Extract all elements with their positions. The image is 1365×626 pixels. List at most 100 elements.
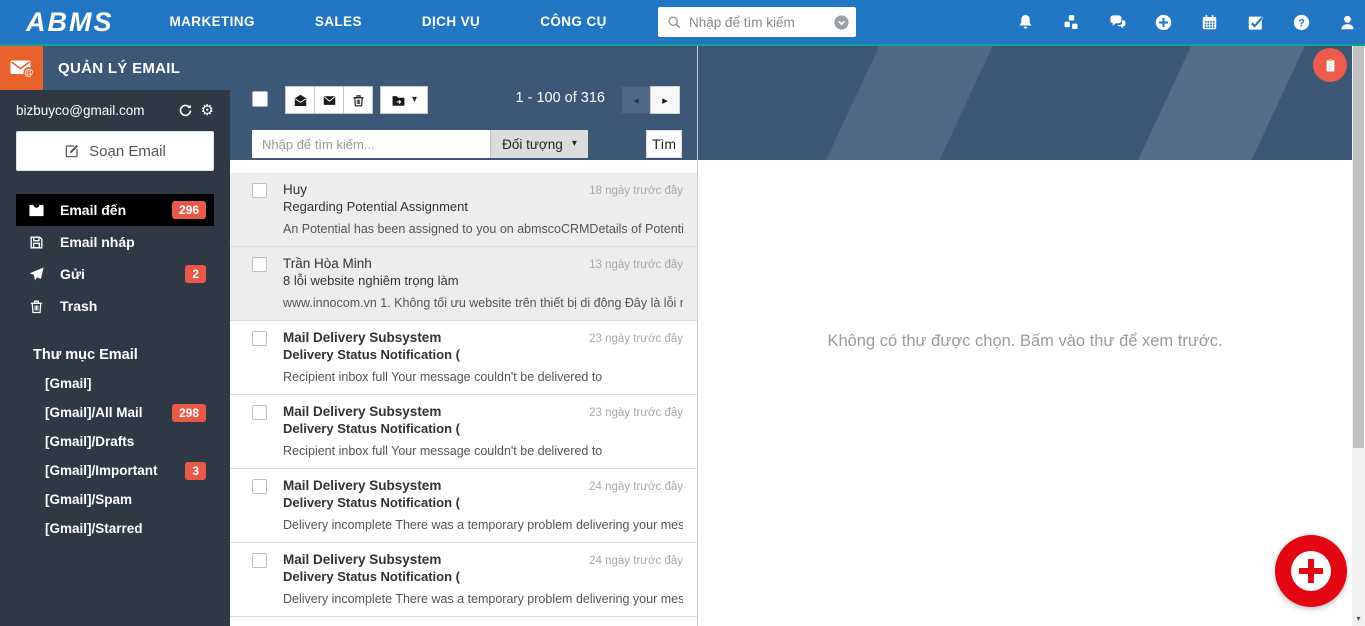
search-field-dropdown[interactable]: Đối tượng ▾ [490,130,588,158]
refresh-icon[interactable] [178,103,193,118]
global-search-input[interactable] [689,15,833,30]
email-list-item[interactable]: Mail Delivery Subsystem 24 ngày trước đâ… [230,469,697,543]
mark-unread-icon [322,93,337,108]
email-subject: Regarding Potential Assignment [283,198,683,215]
sidebar-item-label: Gửi [60,266,85,282]
move-folder-icon [391,93,406,108]
email-checkbox[interactable] [252,405,267,420]
email-list-item[interactable]: Trần Hòa Minh 13 ngày trước đây 8 lỗi we… [230,247,697,321]
sidebar-item-trash[interactable]: Trash [16,290,214,322]
module-header: @ QUẢN LÝ EMAIL [0,46,180,90]
accent-line [0,44,1365,46]
select-all-checkbox[interactable] [252,91,268,107]
search-icon [667,15,682,30]
nav-dich-vu[interactable]: DỊCH VỤ [392,0,510,44]
email-list-item[interactable]: Mail Delivery Subsystem 23 ngày trước đâ… [230,395,697,469]
chevron-down-icon: ▾ [412,95,417,105]
chat-icon[interactable] [1108,13,1127,32]
email-sender: Trần Hòa Minh [283,255,581,272]
email-list-item[interactable]: Mail Delivery Subsystem 23 ngày trước đâ… [230,321,697,395]
email-preview: Delivery incomplete There was a temporar… [283,592,683,607]
email-list-item[interactable]: Mail Delivery Subsystem 24 ngày trước đâ… [230,543,697,617]
scrollbar-down-arrow[interactable]: ▾ [1352,611,1365,626]
folder-item[interactable]: [Gmail]/All Mail 298 [45,398,206,427]
add-fab-button[interactable] [1275,535,1347,607]
email-checkbox[interactable] [252,553,267,568]
email-list-panel: ▾ 1 - 100 of 316 ◂ ▸ Đối tượng ▾ Tìm [230,46,697,626]
email-management-app: ABMS MARKETING SALES DỊCH VỤ CÔNG CỤ [0,0,1365,626]
folder-label: [Gmail]/Important [45,463,158,478]
account-row: bizbuyco@gmail.com ⚙ [16,103,214,118]
search-submit-button[interactable]: Tìm [646,130,682,158]
main-menu: MARKETING SALES DỊCH VỤ CÔNG CỤ [140,0,637,44]
move-folder-button[interactable]: ▾ [380,86,428,114]
email-list-item[interactable]: Huy 18 ngày trước đây Regarding Potentia… [230,173,697,247]
folder-list: [Gmail] [Gmail]/All Mail 298 [Gmail]/Dra… [0,369,230,543]
next-page-button[interactable]: ▸ [650,86,680,114]
sidebar-item-sent[interactable]: Gửi 2 [16,258,214,290]
email-sender: Mail Delivery Subsystem [283,329,581,346]
email-checkbox[interactable] [252,479,267,494]
sidebar-menu: Email đến 296 Email nháp Gửi 2 [0,194,230,322]
email-preview-panel: Không có thư được chọn. Bấm vào thư để x… [698,160,1352,626]
prev-page-button[interactable]: ◂ [621,86,651,114]
email-checkbox[interactable] [252,257,267,272]
sidebar-item-inbox[interactable]: Email đến 296 [16,194,214,226]
abms-logo[interactable]: ABMS [26,0,114,44]
compose-label: Soạn Email [89,143,166,160]
mark-unread-button[interactable] [314,86,344,114]
nav-marketing[interactable]: MARKETING [140,0,285,44]
nav-sales[interactable]: SALES [285,0,392,44]
delete-button[interactable] [343,86,373,114]
clipboard-fab-button[interactable] [1313,48,1347,82]
search-scope-chevron-icon[interactable] [833,14,850,31]
user-icon[interactable] [1338,13,1357,32]
pager: ◂ ▸ [622,86,680,114]
folder-item[interactable]: [Gmail]/Starred [45,514,206,543]
mark-read-button[interactable] [285,86,315,114]
svg-text:@: @ [24,68,33,79]
email-subject: 8 lỗi website nghiêm trọng làm [283,272,683,289]
email-checkbox[interactable] [252,331,267,346]
email-date: 23 ngày trước đây [589,333,683,345]
sidebar-item-label: Email đến [60,202,126,218]
email-date: 18 ngày trước đây [589,185,683,197]
folder-item[interactable]: [Gmail]/Spam [45,485,206,514]
email-subject: Delivery Status Notification ( [283,494,683,511]
email-sender: Mail Delivery Subsystem [283,551,581,568]
email-date: 23 ngày trước đây [589,407,683,419]
mark-read-icon [293,93,308,108]
email-list-item[interactable]: Mail Delivery Subsystem 25 ngày trước đâ… [230,617,697,626]
plus-icon [1291,551,1331,591]
folder-item[interactable]: [Gmail]/Drafts [45,427,206,456]
pagination-status: 1 - 100 of 316 [516,90,606,106]
sidebar-item-drafts[interactable]: Email nháp [16,226,214,258]
folder-item[interactable]: [Gmail]/Important 3 [45,456,206,485]
cubes-icon[interactable] [1062,13,1081,32]
send-icon [28,266,45,283]
folder-item[interactable]: [Gmail] [45,369,206,398]
email-module-logo: @ [0,46,43,90]
drafts-icon [28,234,45,251]
email-checkbox[interactable] [252,183,267,198]
scrollbar-thumb[interactable] [1353,46,1364,448]
tasks-icon[interactable] [1246,13,1265,32]
search-field-label: Đối tượng [502,137,563,152]
calendar-icon[interactable] [1200,13,1219,32]
list-search-input[interactable] [252,130,490,158]
email-sender: Mail Delivery Subsystem [283,477,581,494]
email-preview: Recipient inbox full Your message couldn… [283,370,683,385]
account-email: bizbuyco@gmail.com [16,103,178,118]
clipboard-icon [1322,57,1339,74]
nav-cong-cu[interactable]: CÔNG CỤ [510,0,637,44]
envelope-at-icon: @ [9,56,35,80]
compose-email-button[interactable]: Soạn Email [16,131,214,171]
gear-icon[interactable]: ⚙ [201,103,214,118]
help-icon[interactable]: ? [1292,13,1311,32]
plus-circle-icon[interactable] [1154,13,1173,32]
pencil-square-icon [64,143,80,159]
page-scrollbar[interactable]: ▾ [1352,46,1365,626]
bell-icon[interactable] [1016,13,1035,32]
global-search-box[interactable] [658,7,856,37]
folder-label: [Gmail]/Starred [45,521,143,536]
